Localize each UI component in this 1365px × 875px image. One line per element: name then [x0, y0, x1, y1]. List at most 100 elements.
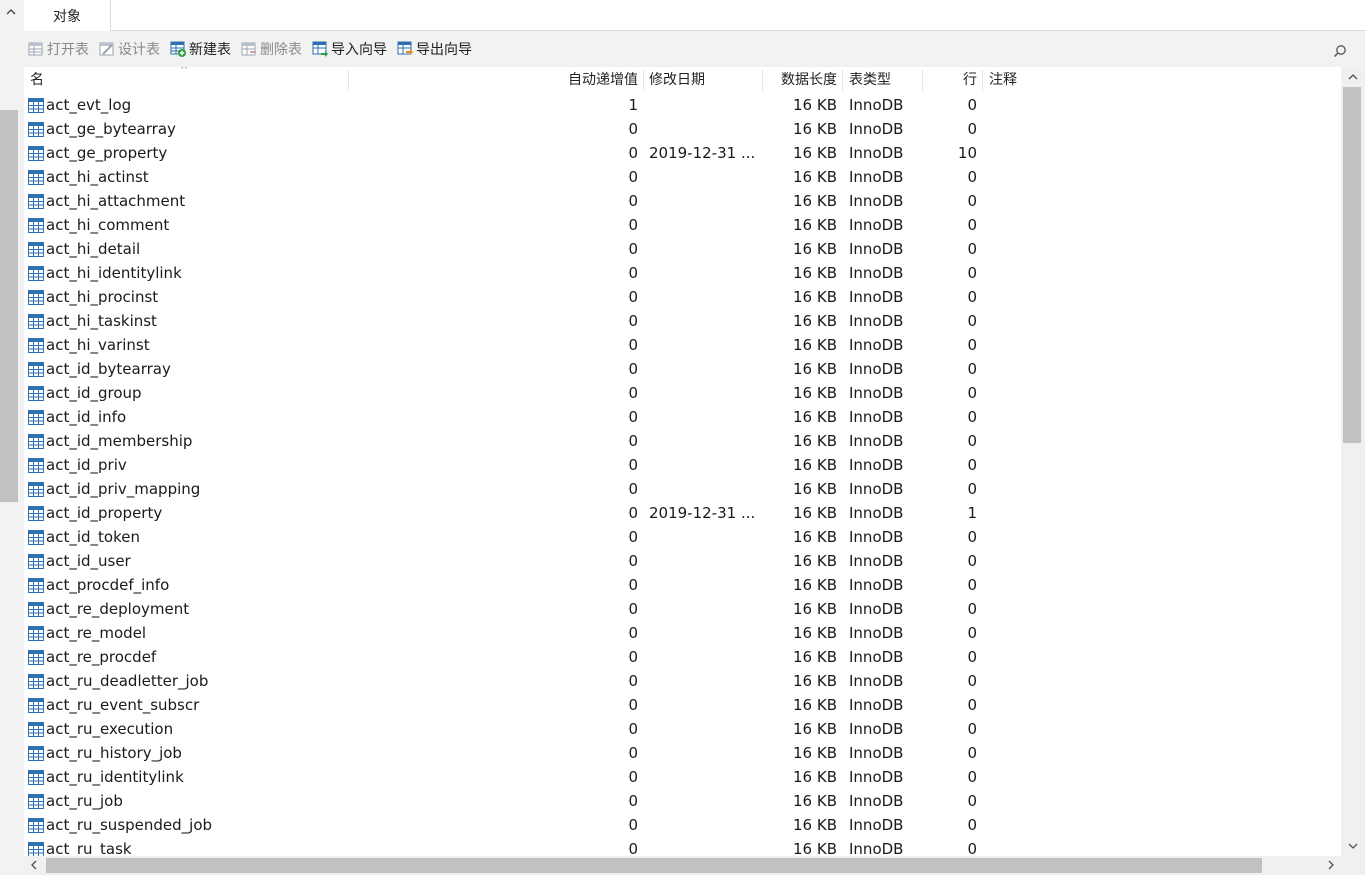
column-divider[interactable]: [982, 70, 983, 91]
column-header-rows[interactable]: 行: [924, 67, 977, 93]
delete-table-button[interactable]: 删除表: [237, 36, 306, 62]
table-row[interactable]: act_hi_varinst 0 16 KB InnoDB 0: [24, 333, 1341, 357]
scroll-up-button[interactable]: [1341, 67, 1365, 87]
auto-increment-cell: 0: [628, 384, 638, 402]
row-count-cell: 0: [967, 336, 977, 354]
table-type-cell: InnoDB: [849, 480, 904, 498]
table-row[interactable]: act_id_priv_mapping 0 16 KB InnoDB 0: [24, 477, 1341, 501]
table-row[interactable]: act_id_group 0 16 KB InnoDB 0: [24, 381, 1341, 405]
vertical-scrollbar[interactable]: [1341, 67, 1365, 856]
auto-increment-cell: 0: [628, 696, 638, 714]
table-type-cell: InnoDB: [849, 144, 904, 162]
column-divider[interactable]: [842, 70, 843, 91]
scroll-right-button[interactable]: [1321, 856, 1341, 875]
table-type-cell: InnoDB: [849, 672, 904, 690]
auto-increment-cell: 0: [628, 792, 638, 810]
scroll-down-button[interactable]: [1341, 836, 1365, 856]
delete-table-label: 删除表: [260, 42, 302, 58]
import-wizard-icon: [312, 41, 328, 57]
column-header-modified-date[interactable]: 修改日期: [649, 67, 759, 93]
export-wizard-button[interactable]: 导出向导: [393, 36, 476, 62]
column-divider[interactable]: [922, 70, 923, 91]
search-icon[interactable]: [1333, 44, 1347, 58]
table-row[interactable]: act_hi_comment 0 16 KB InnoDB 0: [24, 213, 1341, 237]
table-name-cell: act_re_model: [46, 624, 147, 642]
left-gutter-thumb[interactable]: [0, 110, 18, 502]
modified-date-cell: [649, 573, 769, 597]
import-wizard-button[interactable]: 导入向导: [308, 36, 391, 62]
table-row[interactable]: act_hi_attachment 0 16 KB InnoDB 0: [24, 189, 1341, 213]
table-row[interactable]: act_hi_procinst 0 16 KB InnoDB 0: [24, 285, 1341, 309]
table-row[interactable]: act_re_deployment 0 16 KB InnoDB 0: [24, 597, 1341, 621]
table-row[interactable]: act_ge_property 0 2019-12-31 ... 16 KB InnoD…: [24, 141, 1341, 165]
table-row[interactable]: act_id_property 0 2019-12-31 ... 16 KB InnoD…: [24, 501, 1341, 525]
scrollbar-corner: [1341, 856, 1365, 875]
table-row[interactable]: act_evt_log 1 16 KB InnoDB 0: [24, 93, 1341, 117]
column-header-table-type[interactable]: 表类型: [849, 67, 919, 93]
table-row[interactable]: act_id_priv 0 16 KB InnoDB 0: [24, 453, 1341, 477]
table-row[interactable]: act_id_user 0 16 KB InnoDB 0: [24, 549, 1341, 573]
column-header-name[interactable]: 名: [30, 67, 350, 93]
table-type-cell: InnoDB: [849, 288, 904, 306]
horizontal-scrollbar[interactable]: [24, 856, 1341, 875]
data-length-cell: 16 KB: [793, 600, 837, 618]
data-length-cell: 16 KB: [793, 216, 837, 234]
navicat-objects-panel: 对象 打开表 设计表 新建表 删除表 导入向导 导出向导 名 ^ 自动递增值 修…: [0, 0, 1365, 875]
data-length-cell: 16 KB: [793, 696, 837, 714]
modified-date-cell: [649, 741, 769, 765]
table-row[interactable]: act_ru_suspended_job 0 16 KB InnoDB 0: [24, 813, 1341, 837]
table-name-cell: act_id_bytearray: [46, 360, 171, 378]
table-row[interactable]: act_hi_actinst 0 16 KB InnoDB 0: [24, 165, 1341, 189]
table-name-cell: act_procdef_info: [46, 576, 170, 594]
auto-increment-cell: 0: [628, 624, 638, 642]
auto-increment-cell: 0: [628, 288, 638, 306]
auto-increment-cell: 0: [628, 768, 638, 786]
vertical-scroll-thumb[interactable]: [1343, 87, 1361, 443]
tab-objects[interactable]: 对象: [24, 0, 111, 31]
table-row[interactable]: act_id_token 0 16 KB InnoDB 0: [24, 525, 1341, 549]
auto-increment-cell: 0: [628, 600, 638, 618]
table-row[interactable]: act_id_membership 0 16 KB InnoDB 0: [24, 429, 1341, 453]
new-table-button[interactable]: 新建表: [166, 36, 235, 62]
column-header-data-length[interactable]: 数据长度: [764, 67, 837, 93]
table-row[interactable]: act_id_bytearray 0 16 KB InnoDB 0: [24, 357, 1341, 381]
data-length-cell: 16 KB: [793, 768, 837, 786]
table-type-cell: InnoDB: [849, 840, 904, 856]
modified-date-cell: [649, 309, 769, 333]
table-name-cell: act_id_user: [46, 552, 131, 570]
table-row[interactable]: act_hi_detail 0 16 KB InnoDB 0: [24, 237, 1341, 261]
table-row[interactable]: act_re_procdef 0 16 KB InnoDB 0: [24, 645, 1341, 669]
column-divider[interactable]: [762, 70, 763, 91]
column-header-comment[interactable]: 注释: [989, 67, 1069, 93]
table-row[interactable]: act_id_info 0 16 KB InnoDB 0: [24, 405, 1341, 429]
table-row[interactable]: act_hi_taskinst 0 16 KB InnoDB 0: [24, 309, 1341, 333]
modified-date-cell: [649, 429, 769, 453]
table-name-cell: act_ru_suspended_job: [46, 816, 213, 834]
row-count-cell: 0: [967, 408, 977, 426]
table-type-cell: InnoDB: [849, 504, 904, 522]
table-row[interactable]: act_ru_history_job 0 16 KB InnoDB 0: [24, 741, 1341, 765]
auto-increment-cell: 0: [628, 648, 638, 666]
horizontal-scroll-thumb[interactable]: [46, 858, 1262, 873]
table-type-cell: InnoDB: [849, 336, 904, 354]
table-row[interactable]: act_ru_event_subscr 0 16 KB InnoDB 0: [24, 693, 1341, 717]
table-name-cell: act_hi_detail: [46, 240, 141, 258]
table-row[interactable]: act_ru_job 0 16 KB InnoDB 0: [24, 789, 1341, 813]
collapse-panel-button[interactable]: [0, 0, 22, 30]
table-row[interactable]: act_ru_deadletter_job 0 16 KB InnoDB 0: [24, 669, 1341, 693]
table-row[interactable]: act_ge_bytearray 0 16 KB InnoDB 0: [24, 117, 1341, 141]
table-row[interactable]: act_ru_identitylink 0 16 KB InnoDB 0: [24, 765, 1341, 789]
auto-increment-cell: 0: [628, 144, 638, 162]
open-table-button[interactable]: 打开表: [24, 36, 93, 62]
auto-increment-cell: 0: [628, 504, 638, 522]
modified-date-cell: [649, 453, 769, 477]
table-row[interactable]: act_hi_identitylink 0 16 KB InnoDB 0: [24, 261, 1341, 285]
design-table-button[interactable]: 设计表: [95, 36, 164, 62]
table-row[interactable]: act_procdef_info 0 16 KB InnoDB 0: [24, 573, 1341, 597]
scroll-left-button[interactable]: [24, 856, 44, 875]
table-row[interactable]: act_re_model 0 16 KB InnoDB 0: [24, 621, 1341, 645]
table-row[interactable]: act_ru_task 0 16 KB InnoDB 0: [24, 837, 1341, 856]
column-header-auto-increment[interactable]: 自动递增值: [349, 67, 638, 93]
table-row[interactable]: act_ru_execution 0 16 KB InnoDB 0: [24, 717, 1341, 741]
column-divider[interactable]: [643, 70, 644, 91]
